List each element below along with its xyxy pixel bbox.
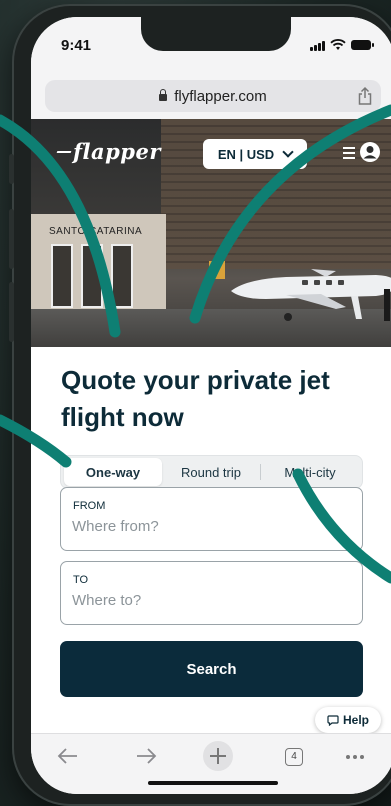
more-options-icon[interactable] xyxy=(345,754,365,760)
flapper-logo[interactable]: flapper xyxy=(56,139,161,164)
status-bar: 9:41 xyxy=(31,17,391,73)
help-button[interactable]: Help xyxy=(315,707,381,733)
to-input[interactable] xyxy=(72,592,342,609)
building-sign: SANTO CATARINA xyxy=(49,226,143,237)
chevron-down-icon xyxy=(282,146,294,158)
language-currency-label: EN | USD xyxy=(217,146,275,162)
from-input[interactable] xyxy=(72,518,342,535)
language-currency-selector[interactable]: EN | USD xyxy=(203,139,307,169)
user-icon[interactable] xyxy=(359,141,381,163)
menu-icon[interactable] xyxy=(343,147,355,162)
from-field[interactable]: FROM xyxy=(60,487,363,551)
wifi-icon xyxy=(330,39,346,50)
forward-arrow-icon[interactable] xyxy=(135,746,157,766)
tab-multi-city[interactable]: Multi-city xyxy=(261,458,359,486)
back-arrow-icon[interactable] xyxy=(57,746,79,766)
mute-switch xyxy=(9,154,14,184)
url-text: flyflapper.com xyxy=(174,88,267,105)
trip-type-tabs: One-way Round trip Multi-city xyxy=(60,455,363,489)
phone-frame: 9:41 flyflapper.com SANTO CATARINA flapp… xyxy=(9,4,391,806)
terminal-building: SANTO CATARINA xyxy=(31,214,166,324)
volume-down-button xyxy=(9,282,14,342)
home-indicator xyxy=(148,781,278,785)
help-label: Help xyxy=(342,713,369,727)
yellow-sign xyxy=(209,261,225,279)
status-time: 9:41 xyxy=(61,37,92,54)
tabs-count-icon[interactable]: 4 xyxy=(285,748,303,766)
status-icons xyxy=(310,39,374,51)
private-jet-image xyxy=(231,269,391,321)
tab-one-way[interactable]: One-way xyxy=(64,458,162,486)
volume-up-button xyxy=(9,209,14,269)
search-button[interactable]: Search xyxy=(60,641,363,697)
hero-image: SANTO CATARINA flapper EN | USD xyxy=(31,119,391,347)
url-field[interactable]: flyflapper.com xyxy=(45,80,381,112)
share-icon[interactable] xyxy=(357,86,373,106)
phone-screen: 9:41 flyflapper.com SANTO CATARINA flapp… xyxy=(31,17,391,794)
browser-address-bar: flyflapper.com xyxy=(31,73,391,119)
chat-icon xyxy=(327,714,339,726)
battery-icon xyxy=(351,40,374,50)
signal-icon xyxy=(310,40,325,51)
new-tab-plus-icon[interactable] xyxy=(202,740,234,772)
to-label: TO xyxy=(73,574,89,586)
page-headline: Quote your private jet flight now xyxy=(61,365,330,432)
to-field[interactable]: TO xyxy=(60,561,363,625)
tab-round-trip[interactable]: Round trip xyxy=(162,458,260,486)
notch xyxy=(141,17,291,51)
lock-icon xyxy=(159,89,168,101)
from-label: FROM xyxy=(73,500,106,512)
